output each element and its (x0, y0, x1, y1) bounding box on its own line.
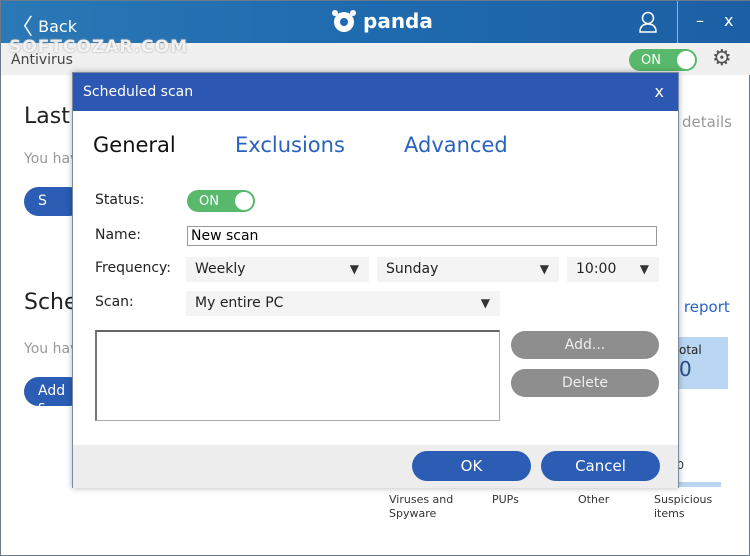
gear-icon[interactable]: ⚙ (712, 46, 732, 71)
dialog-header: Scheduled scan x (73, 73, 678, 111)
tab-exclusions[interactable]: Exclusions (235, 133, 345, 157)
dropdown-arrow-icon: ▼ (639, 262, 649, 276)
user-icon[interactable] (638, 11, 658, 33)
dialog-title: Scheduled scan (83, 84, 194, 100)
dropdown-arrow-icon: ▼ (539, 262, 549, 276)
tab-advanced[interactable]: Advanced (404, 133, 508, 157)
category-suspicious: Suspicious items (654, 493, 713, 520)
category-pups: PUPs (492, 493, 519, 506)
status-label: Status: (95, 192, 145, 208)
dialog-footer: OK Cancel (73, 445, 678, 488)
watermark: SOFTCOZAR.COM (9, 37, 189, 57)
status-toggle[interactable]: ON (187, 190, 255, 212)
category-other: Other (578, 493, 610, 506)
ok-button[interactable]: OK (412, 451, 531, 481)
last-scan-text: You hav (24, 151, 79, 167)
frequency-select[interactable]: Weekly ▼ (186, 257, 369, 282)
scan-label: Scan: (95, 294, 134, 310)
name-input[interactable] (187, 226, 657, 246)
day-select[interactable]: Sunday ▼ (377, 257, 559, 282)
divider (677, 1, 678, 43)
scan-select[interactable]: My entire PC ▼ (186, 291, 500, 316)
total-box: otal 0 (679, 337, 728, 389)
last-scan-heading: Last (24, 104, 70, 129)
dropdown-arrow-icon: ▼ (349, 262, 359, 276)
scheduled-scan-dialog: Scheduled scan x General Exclusions Adva… (72, 72, 679, 488)
details-link[interactable]: details (682, 113, 732, 131)
antivirus-toggle[interactable]: ON (629, 49, 697, 71)
time-select[interactable]: 10:00 ▼ (567, 257, 659, 282)
panda-logo: panda (331, 9, 433, 33)
frequency-label: Frequency: (95, 260, 172, 276)
close-window-button[interactable]: x (724, 11, 733, 30)
delete-button[interactable]: Delete (511, 369, 659, 397)
cancel-button[interactable]: Cancel (541, 451, 660, 481)
scheduled-heading: Sche (24, 290, 78, 315)
chart-bar (679, 482, 721, 487)
report-link[interactable]: l report (675, 298, 730, 316)
minimize-button[interactable]: – (696, 11, 704, 30)
dropdown-arrow-icon: ▼ (480, 296, 490, 310)
close-icon[interactable]: x (655, 82, 664, 101)
add-button[interactable]: Add... (511, 331, 659, 359)
scan-items-list[interactable] (95, 330, 500, 421)
panda-logo-icon (332, 10, 356, 32)
name-label: Name: (95, 227, 142, 243)
scheduled-text: You hav (24, 341, 79, 357)
tab-general[interactable]: General (93, 133, 176, 157)
category-viruses: Viruses and Spyware (389, 493, 454, 520)
